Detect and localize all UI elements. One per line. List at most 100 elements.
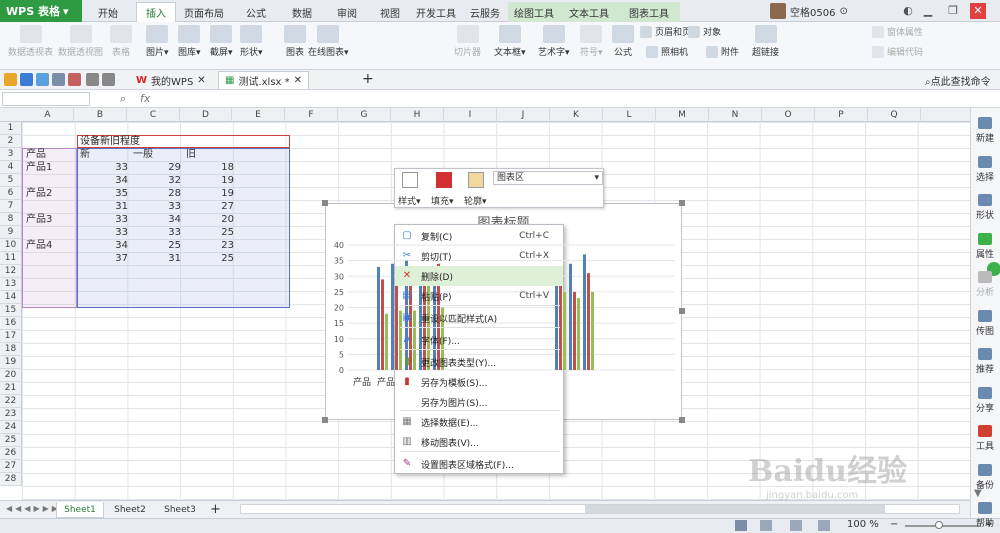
column-header-J[interactable]: J	[497, 108, 550, 122]
data-cell[interactable]: 20	[184, 213, 234, 226]
zoom-out-button[interactable]: −	[890, 519, 898, 530]
column-header-O[interactable]: O	[762, 108, 815, 122]
bar-新-0[interactable]	[377, 266, 380, 370]
column-header-C[interactable]: C	[127, 108, 180, 122]
bar-旧-6[interactable]	[577, 298, 580, 370]
row-header-19[interactable]: 19	[0, 356, 22, 369]
sidebar-backup[interactable]: 备份	[970, 463, 1000, 491]
row-header-9[interactable]: 9	[0, 226, 22, 239]
row-header-27[interactable]: 27	[0, 460, 22, 473]
data-cell[interactable]: 31	[78, 200, 128, 213]
tab-7[interactable]: 开发工具	[410, 2, 462, 22]
row-header-14[interactable]: 14	[0, 291, 22, 304]
skin-icon[interactable]: ◐	[900, 3, 916, 19]
data-cell[interactable]: 33	[78, 213, 128, 226]
sidebar-recommend[interactable]: 推荐	[970, 348, 1000, 375]
page-view-icon[interactable]	[760, 520, 772, 531]
tab-1[interactable]: 插入	[136, 2, 176, 22]
row-header-16[interactable]: 16	[0, 317, 22, 330]
preview-icon[interactable]	[52, 73, 65, 86]
fill-bucket-icon[interactable]	[436, 172, 452, 188]
tab-3[interactable]: 公式	[232, 2, 280, 22]
row-header-24[interactable]: 24	[0, 421, 22, 434]
data-cell[interactable]: 23	[184, 239, 234, 252]
chart-element-select[interactable]: 图表区 ▾	[493, 171, 603, 185]
context-menu-item-3[interactable]: ▤ 粘贴(P) Ctrl+V	[395, 286, 563, 306]
data-cell[interactable]: 33	[131, 226, 181, 239]
format-painter-icon[interactable]	[68, 73, 81, 86]
data-cell[interactable]: 31	[131, 252, 181, 265]
row-header-3[interactable]: 3	[0, 148, 22, 161]
sidebar-upload-image[interactable]: 传图	[970, 309, 1000, 337]
tab-9[interactable]: 绘图工具	[508, 2, 560, 22]
user-area[interactable]: 空格0506 ⊙	[770, 2, 848, 20]
column-header-A[interactable]: A	[22, 108, 74, 122]
tab-0[interactable]: 开始	[88, 2, 128, 22]
row-header-15[interactable]: 15	[0, 304, 22, 317]
context-menu-item-0[interactable]: ▢ 复制(C) Ctrl+C	[395, 226, 563, 246]
row-header-11[interactable]: 11	[0, 252, 22, 265]
row-header-23[interactable]: 23	[0, 408, 22, 421]
data-cell[interactable]: 37	[78, 252, 128, 265]
data-cell[interactable]: 33	[78, 161, 128, 174]
sheet-tab-2[interactable]: Sheet2	[106, 502, 154, 518]
tab-test-xlsx[interactable]: ▦ 测试.xlsx * ✕	[218, 71, 310, 89]
row-header-20[interactable]: 20	[0, 369, 22, 382]
context-menu-item-9[interactable]: ▦ 选择数据(E)...	[395, 412, 563, 432]
search-command-box[interactable]: ⌕点此查找命令	[925, 73, 991, 88]
context-menu-item-6[interactable]: ▮ 更改图表类型(Y)...	[395, 352, 563, 372]
ribbon-btn-5[interactable]: 截屏▾	[210, 25, 233, 58]
ribbon-btn-18[interactable]: 超链接	[752, 25, 779, 58]
sidebar-properties[interactable]: 属性	[970, 232, 1000, 260]
data-cell[interactable]: 19	[184, 174, 234, 187]
data-cell[interactable]: 29	[131, 161, 181, 174]
row-header-13[interactable]: 13	[0, 278, 22, 291]
sheet-title-cell[interactable]: 设备新旧程度	[80, 135, 140, 148]
zoom-lens-icon[interactable]: ⌕	[120, 92, 126, 106]
ribbon-btn-13[interactable]: 公式	[612, 25, 634, 58]
row-header-17[interactable]: 17	[0, 330, 22, 343]
data-cell[interactable]: 34	[78, 239, 128, 252]
undo-icon[interactable]	[86, 73, 99, 86]
minimize-button[interactable]: ▁	[920, 3, 936, 19]
header-cell[interactable]: 新	[80, 148, 90, 161]
data-cell[interactable]: 27	[184, 200, 234, 213]
column-header-B[interactable]: B	[74, 108, 127, 122]
header-cell[interactable]: 一般	[133, 148, 153, 161]
outline-pen-icon[interactable]	[468, 172, 484, 188]
row-header-8[interactable]: 8	[0, 213, 22, 226]
close-button[interactable]: ✕	[970, 3, 986, 19]
bar-新-1[interactable]	[391, 263, 394, 370]
data-cell[interactable]: 25	[184, 226, 234, 239]
context-menu-item-10[interactable]: ▥ 移动图表(V)...	[395, 432, 563, 452]
ribbon-btn-16[interactable]: 照相机	[646, 45, 688, 58]
context-menu-item-11[interactable]: ✎ 设置图表区域格式(F)...	[395, 454, 563, 474]
row-header-21[interactable]: 21	[0, 382, 22, 395]
new-tab-button[interactable]: +	[362, 71, 374, 87]
sidebar-tools[interactable]: 工具	[970, 425, 1000, 452]
ribbon-btn-1[interactable]: 数据透视图	[58, 25, 103, 58]
print-icon[interactable]	[36, 73, 49, 86]
product-cell[interactable]: 产品2	[26, 187, 52, 200]
data-cell[interactable]: 25	[131, 239, 181, 252]
ribbon-btn-10[interactable]: 文本框▾	[494, 25, 526, 58]
ribbon-btn-3[interactable]: 图片▾	[146, 25, 169, 58]
data-cell[interactable]: 32	[131, 174, 181, 187]
column-header-M[interactable]: M	[656, 108, 709, 122]
row-header-6[interactable]: 6	[0, 187, 22, 200]
row-header-7[interactable]: 7	[0, 200, 22, 213]
ribbon-btn-6[interactable]: 形状▾	[240, 25, 263, 58]
context-menu-item-8[interactable]: 另存为图片(S)...	[395, 392, 563, 412]
ribbon-btn-20[interactable]: 编辑代码	[872, 45, 923, 58]
column-header-Q[interactable]: Q	[868, 108, 921, 122]
tab-5[interactable]: 审阅	[324, 2, 370, 22]
close-icon[interactable]: ✕	[294, 75, 302, 86]
context-menu-item-5[interactable]: A 字体(F)...	[395, 330, 563, 350]
column-header-D[interactable]: D	[180, 108, 232, 122]
style-brush-icon[interactable]	[402, 172, 418, 188]
data-cell[interactable]: 19	[184, 187, 234, 200]
column-header-G[interactable]: G	[338, 108, 391, 122]
close-icon[interactable]: ✕	[197, 75, 205, 86]
ribbon-btn-4[interactable]: 图库▾	[178, 25, 201, 58]
ribbon-btn-0[interactable]: 数据透视表	[8, 25, 53, 58]
